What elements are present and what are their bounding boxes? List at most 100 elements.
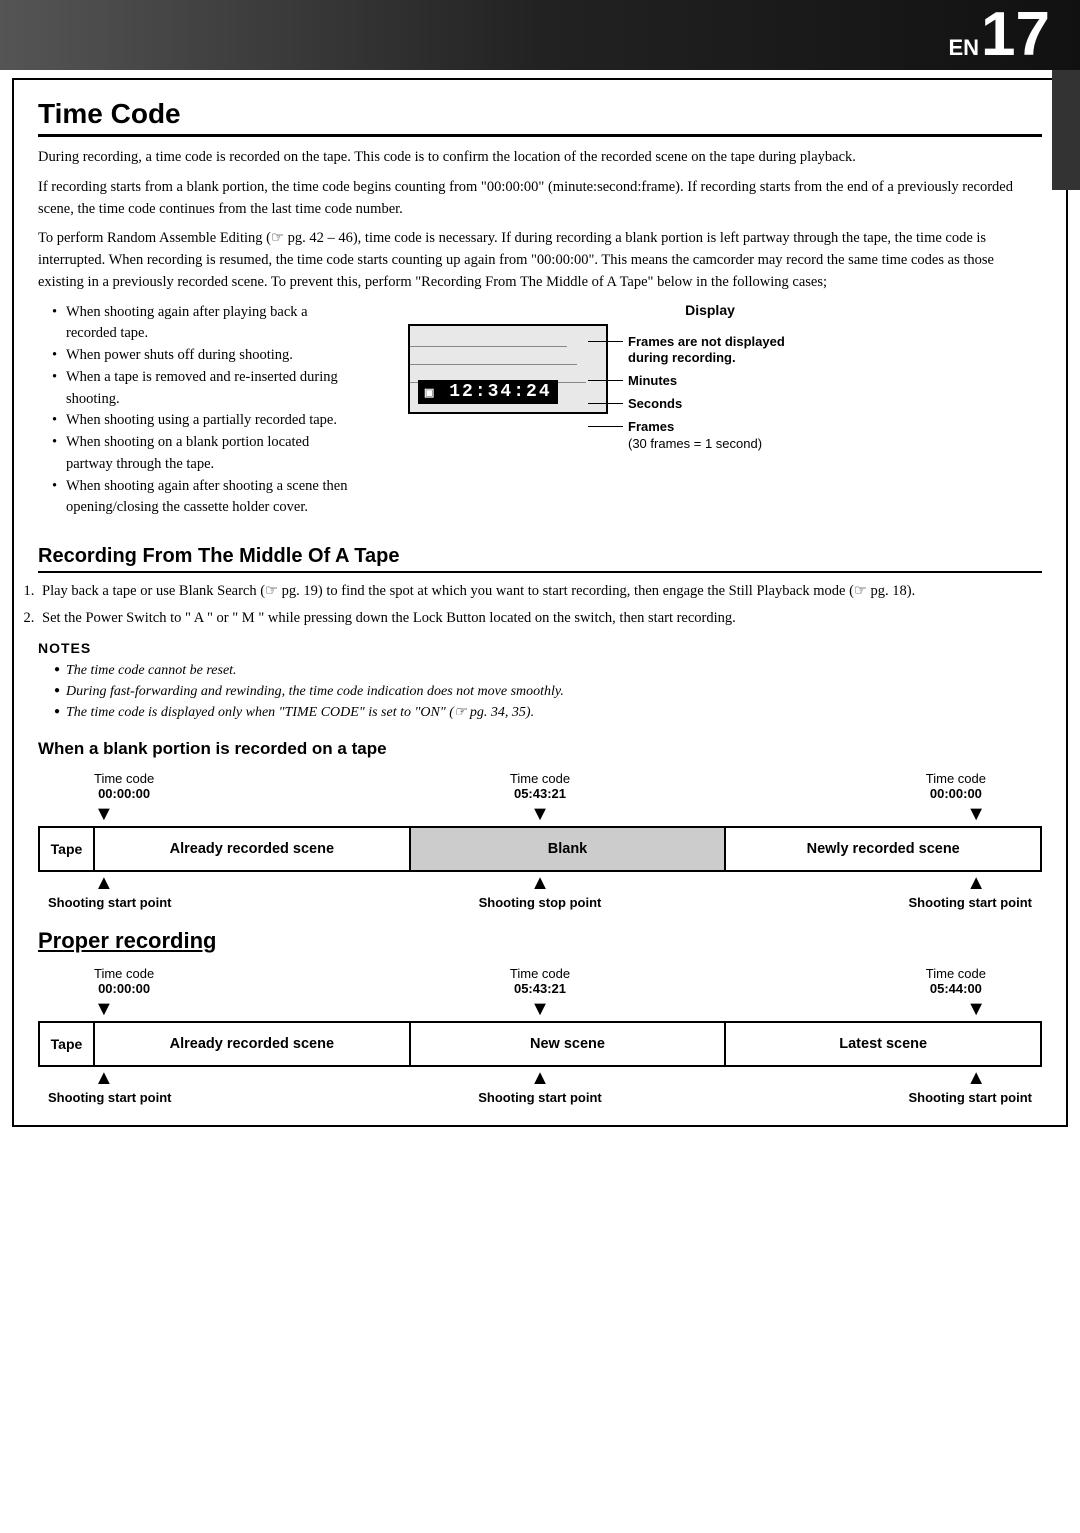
blank-timecodes-row: Time code 00:00:00 Time code 05:43:21 Ti… xyxy=(38,771,1042,801)
diagram-annotations: Frames are not displayed during recordin… xyxy=(588,334,818,452)
blank-up-arrows: ▲ ▲ ▲ xyxy=(38,872,1042,895)
blank-up-arrow-right: ▲ xyxy=(966,872,986,895)
blank-tape-track: Tape Already recorded scene Blank Newly … xyxy=(38,826,1042,872)
proper-segment-1: New scene xyxy=(411,1023,727,1065)
bullet-item-3: When shooting using a partially recorded… xyxy=(52,410,358,432)
en-label: EN xyxy=(948,35,979,61)
bullet-item-0: When shooting again after playing back a… xyxy=(52,302,358,346)
proper-arrow-center: ▼ xyxy=(530,998,550,1021)
annot-frames-label: Frames are not displayed during recordin… xyxy=(628,334,818,368)
intro-para-1: During recording, a time code is recorde… xyxy=(38,147,1042,169)
display-screen: ▣ 12:34:24 xyxy=(408,324,608,414)
timecode-value: ▣ 12:34:24 xyxy=(418,380,558,404)
proper-shoot-left: Shooting start point xyxy=(48,1090,171,1105)
page-title: Time Code xyxy=(38,98,1042,137)
annot-minutes-label: Minutes xyxy=(628,373,677,388)
proper-up-arrows: ▲ ▲ ▲ xyxy=(38,1067,1042,1090)
proper-shoot-right: Shooting start point xyxy=(909,1090,1032,1105)
proper-up-arrow-right: ▲ xyxy=(966,1067,986,1090)
blank-shoot-right: Shooting start point xyxy=(909,895,1032,910)
proper-shoot-labels: Shooting start point Shooting start poin… xyxy=(38,1090,1042,1105)
blank-segment-0: Already recorded scene xyxy=(95,828,411,870)
blank-shoot-center: Shooting stop point xyxy=(479,895,602,910)
top-header-bar: EN 17 xyxy=(0,0,1080,70)
proper-tc-right-value: 05:44:00 xyxy=(926,981,986,996)
intro-para-3: To perform Random Assemble Editing (☞ pg… xyxy=(38,228,1042,293)
blank-down-arrows: ▼ ▼ ▼ xyxy=(38,803,1042,826)
blank-arrow-center: ▼ xyxy=(530,803,550,826)
bullet-list-container: When shooting again after playing back a… xyxy=(38,302,358,530)
blank-shoot-left: Shooting start point xyxy=(48,895,171,910)
intro-para-2: If recording starts from a blank portion… xyxy=(38,177,1042,221)
blank-up-arrow-center: ▲ xyxy=(530,872,550,895)
blank-tc-right: Time code 00:00:00 xyxy=(926,771,986,801)
proper-timecodes-row: Time code 00:00:00 Time code 05:43:21 Ti… xyxy=(38,966,1042,996)
blank-shoot-labels: Shooting start point Shooting stop point… xyxy=(38,895,1042,910)
blank-tc-left: Time code 00:00:00 xyxy=(94,771,154,801)
proper-recording-title: Proper recording xyxy=(38,928,1042,954)
proper-segment-2: Latest scene xyxy=(726,1023,1040,1065)
proper-arrow-left: ▼ xyxy=(94,998,114,1021)
blank-segment-1: Blank xyxy=(411,828,727,870)
annot-frames-not-displayed: Frames are not displayed during recordin… xyxy=(588,334,818,368)
proper-tc-center: Time code 05:43:21 xyxy=(510,966,570,996)
annot-seconds-label: Seconds xyxy=(628,396,682,411)
proper-tc-center-label: Time code xyxy=(510,966,570,981)
note-2: The time code is displayed only when "TI… xyxy=(54,702,1042,723)
proper-tc-left-label: Time code xyxy=(94,966,154,981)
bullets-diagram-wrapper: When shooting again after playing back a… xyxy=(38,302,1042,530)
blank-tc-left-value: 00:00:00 xyxy=(94,786,154,801)
display-diagram-label: Display xyxy=(378,302,1042,318)
note-0: The time code cannot be reset. xyxy=(54,660,1042,681)
blank-arrow-right: ▼ xyxy=(966,803,986,826)
notes-block: NOTES The time code cannot be reset. Dur… xyxy=(38,640,1042,723)
annot-minutes: Minutes xyxy=(588,373,818,388)
proper-tc-right-label: Time code xyxy=(926,966,986,981)
blank-up-arrow-left: ▲ xyxy=(94,872,114,895)
annot-frames: Frames xyxy=(588,419,818,434)
blank-tc-left-label: Time code xyxy=(94,771,154,786)
bullet-list: When shooting again after playing back a… xyxy=(52,302,358,520)
main-content: Time Code During recording, a time code … xyxy=(12,78,1068,1127)
blank-tc-right-value: 00:00:00 xyxy=(926,786,986,801)
recording-section-title: Recording From The Middle Of A Tape xyxy=(38,545,1042,573)
annot-seconds: Seconds xyxy=(588,396,818,411)
blank-diagram-title: When a blank portion is recorded on a ta… xyxy=(38,739,1042,759)
blank-diagram-section: When a blank portion is recorded on a ta… xyxy=(38,739,1042,910)
proper-shoot-center: Shooting start point xyxy=(478,1090,601,1105)
proper-tape-label: Tape xyxy=(40,1023,95,1065)
bullet-item-4: When shooting on a blank portion located… xyxy=(52,432,358,476)
blank-tape-label: Tape xyxy=(40,828,95,870)
recording-steps-list: Play back a tape or use Blank Search (☞ … xyxy=(38,581,1042,630)
blank-tc-right-label: Time code xyxy=(926,771,986,786)
proper-arrow-right: ▼ xyxy=(966,998,986,1021)
note-1: During fast-forwarding and rewinding, th… xyxy=(54,681,1042,702)
page-number: 17 xyxy=(981,4,1050,66)
bullet-item-1: When power shuts off during shooting. xyxy=(52,345,358,367)
proper-up-arrow-center: ▲ xyxy=(530,1067,550,1090)
proper-tc-left-value: 00:00:00 xyxy=(94,981,154,996)
proper-tc-center-value: 05:43:21 xyxy=(510,981,570,996)
side-tab xyxy=(1052,70,1080,190)
blank-tc-center-value: 05:43:21 xyxy=(510,786,570,801)
proper-down-arrows: ▼ ▼ ▼ xyxy=(38,998,1042,1021)
step-2: Set the Power Switch to " A " or " M " w… xyxy=(38,608,1042,630)
annot-frames-label2: Frames xyxy=(628,419,674,434)
proper-tc-left: Time code 00:00:00 xyxy=(94,966,154,996)
proper-up-arrow-left: ▲ xyxy=(94,1067,114,1090)
proper-tc-right: Time code 05:44:00 xyxy=(926,966,986,996)
bullet-item-2: When a tape is removed and re-inserted d… xyxy=(52,367,358,411)
proper-tape-track: Tape Already recorded scene New scene La… xyxy=(38,1021,1042,1067)
blank-arrow-left: ▼ xyxy=(94,803,114,826)
notes-title: NOTES xyxy=(38,640,1042,656)
blank-tc-center: Time code 05:43:21 xyxy=(510,771,570,801)
blank-segment-2: Newly recorded scene xyxy=(726,828,1040,870)
annot-frames-note: (30 frames = 1 second) xyxy=(628,436,818,451)
bullet-item-5: When shooting again after shooting a sce… xyxy=(52,476,358,520)
step-1: Play back a tape or use Blank Search (☞ … xyxy=(38,581,1042,603)
blank-tc-center-label: Time code xyxy=(510,771,570,786)
notes-list: The time code cannot be reset. During fa… xyxy=(54,660,1042,723)
proper-segment-0: Already recorded scene xyxy=(95,1023,411,1065)
page-number-block: EN 17 xyxy=(948,4,1050,66)
display-diagram: Display ▣ 12:34:24 Frames are not displa… xyxy=(378,302,1042,414)
